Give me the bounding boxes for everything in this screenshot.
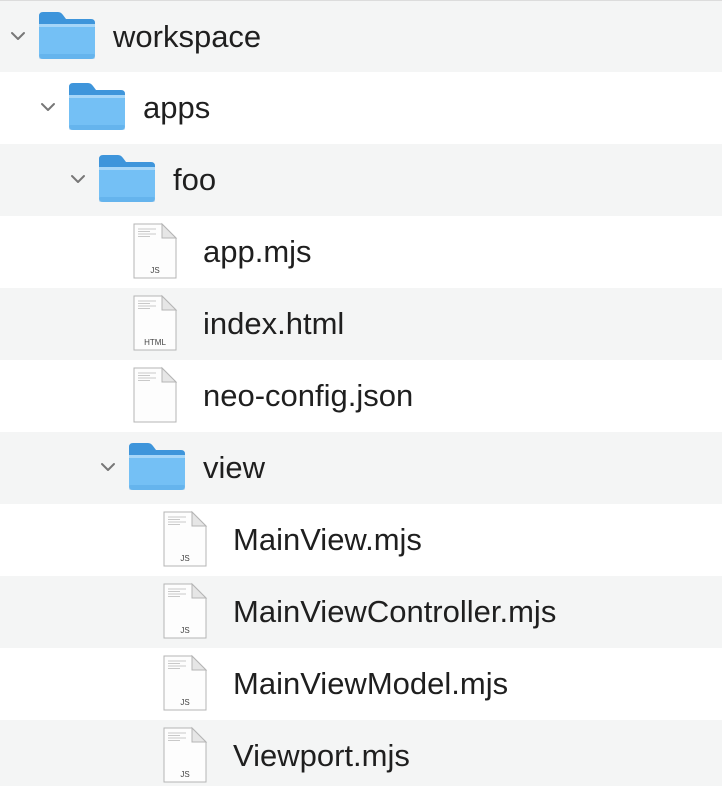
file-type-badge: JS — [180, 770, 189, 779]
tree-row-foo[interactable]: foo — [0, 144, 722, 216]
tree-row-mainview-mjs[interactable]: JS MainView.mjs — [0, 504, 722, 576]
folder-name: view — [203, 450, 266, 485]
file-type-badge: JS — [180, 698, 189, 707]
tree-row-app-mjs[interactable]: JS app.mjs — [0, 216, 722, 288]
tree-row-view[interactable]: view — [0, 432, 722, 504]
file-name: Viewport.mjs — [233, 738, 410, 773]
tree-row-index-html[interactable]: HTML index.html — [0, 288, 722, 360]
tree-row-workspace[interactable]: workspace — [0, 0, 722, 72]
file-name: index.html — [203, 306, 345, 341]
tree-row-mainviewmodel-mjs[interactable]: JS MainViewModel.mjs — [0, 648, 722, 720]
file-name: MainViewModel.mjs — [233, 666, 509, 701]
file-type-badge: JS — [180, 626, 189, 635]
file-type-badge: HTML — [144, 338, 166, 347]
tree-row-neo-config-json[interactable]: neo-config.json — [0, 360, 722, 432]
tree-row-apps[interactable]: apps — [0, 72, 722, 144]
file-name: app.mjs — [203, 234, 312, 269]
file-tree: workspace apps foo JS app.mjs HTML index.html n… — [0, 0, 722, 786]
file-name: neo-config.json — [203, 378, 414, 413]
folder-name: foo — [173, 162, 217, 197]
folder-name: workspace — [113, 19, 262, 54]
file-name: MainView.mjs — [233, 522, 422, 557]
file-name: MainViewController.mjs — [233, 594, 557, 629]
folder-name: apps — [143, 90, 211, 125]
file-type-badge: JS — [150, 266, 159, 275]
tree-row-viewport-mjs[interactable]: JS Viewport.mjs — [0, 720, 722, 786]
tree-row-mainviewcontroller-mjs[interactable]: JS MainViewController.mjs — [0, 576, 722, 648]
file-type-badge: JS — [180, 554, 189, 563]
